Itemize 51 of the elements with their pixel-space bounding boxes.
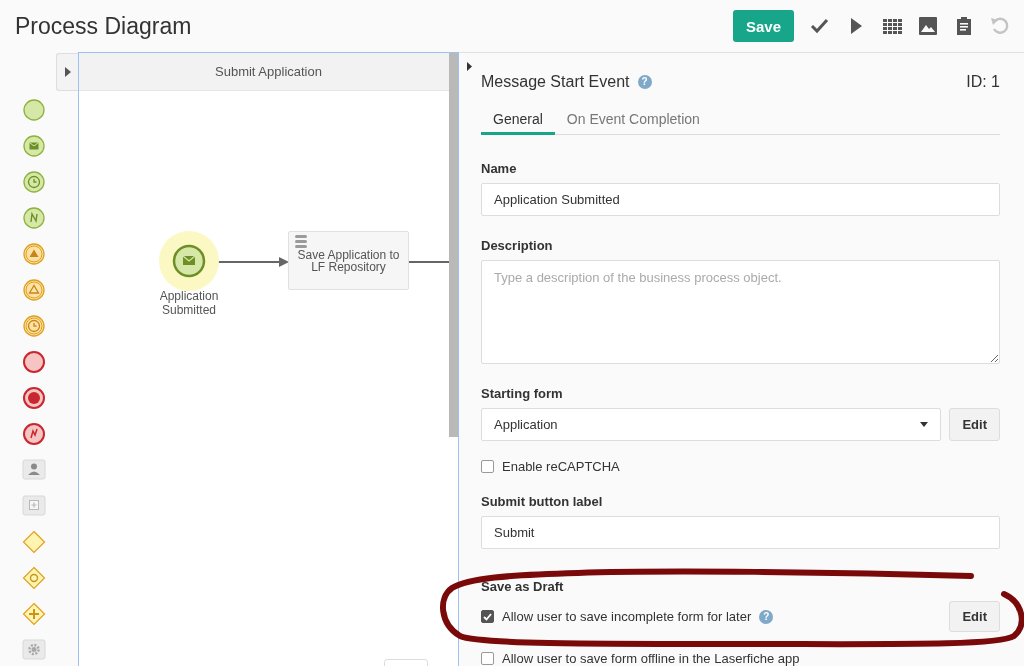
field-label: Submit button label: [481, 494, 604, 509]
element-id: ID: 1: [966, 73, 1000, 91]
scrollbar[interactable]: [449, 53, 458, 437]
terminate-end-event-icon[interactable]: [22, 386, 46, 410]
user-task-icon[interactable]: [22, 458, 46, 482]
event-gateway-icon[interactable]: [22, 566, 46, 590]
timer-start-event-icon[interactable]: [22, 170, 46, 194]
connector-line: [409, 260, 449, 264]
end-event-icon[interactable]: [22, 350, 46, 374]
signal-start-event-icon[interactable]: [22, 206, 46, 230]
caret-icon: [64, 67, 71, 77]
checkbox-label: Enable reCAPTCHA: [502, 458, 620, 474]
edit-button[interactable]: Edit: [949, 408, 1000, 441]
gateway-icon[interactable]: [22, 530, 46, 554]
tab[interactable]: General: [481, 106, 555, 135]
dropdown[interactable]: Application: [481, 408, 942, 441]
page-title: Process Diagram: [15, 12, 192, 40]
checkbox[interactable]: [481, 651, 494, 665]
message-start-event-icon[interactable]: [22, 134, 46, 158]
event-label: Application Submitted: [158, 289, 220, 317]
checkbox-label: Allow user to save form offline in the Laserfiche app: [502, 650, 800, 666]
start-event-icon[interactable]: [22, 98, 46, 122]
parallel-gateway-icon[interactable]: [22, 602, 46, 626]
field-label: Starting form: [481, 386, 564, 401]
caret-icon: [920, 422, 929, 427]
escalation-event-icon[interactable]: [22, 242, 46, 266]
caret-icon[interactable]: [467, 62, 472, 71]
edit-button[interactable]: Edit: [949, 601, 1000, 632]
text-field[interactable]: Submit: [481, 516, 1000, 549]
escalation-event-icon[interactable]: [22, 278, 46, 302]
field-label: Name: [481, 161, 518, 176]
checkbox[interactable]: [481, 459, 494, 473]
description-field[interactable]: Type a description of the business process object.: [481, 260, 1000, 364]
expand-button[interactable]: [56, 53, 78, 91]
checkbox[interactable]: [481, 610, 494, 623]
service-task[interactable]: Save Application to LF Repository: [288, 231, 409, 290]
image-icon: [917, 15, 939, 37]
field-label: Description: [481, 238, 554, 253]
undo-icon: [989, 15, 1011, 37]
task-label: Save Application to LF Repository: [296, 249, 401, 273]
tab[interactable]: On Event Completion: [554, 106, 712, 135]
text-field[interactable]: Application Submitted: [481, 183, 1000, 216]
database-icon: [295, 235, 307, 249]
subprocess-icon[interactable]: [22, 494, 46, 518]
service-task-icon[interactable]: [22, 638, 46, 662]
panel-title: Message Start Event: [481, 73, 630, 91]
error-end-event-icon[interactable]: [22, 422, 46, 446]
checkbox-label: Allow user to save incomplete form for later: [502, 609, 752, 624]
message-start-event[interactable]: [159, 231, 219, 291]
timer-event-icon[interactable]: [22, 314, 46, 338]
section-heading: Save as Draft: [481, 579, 565, 594]
